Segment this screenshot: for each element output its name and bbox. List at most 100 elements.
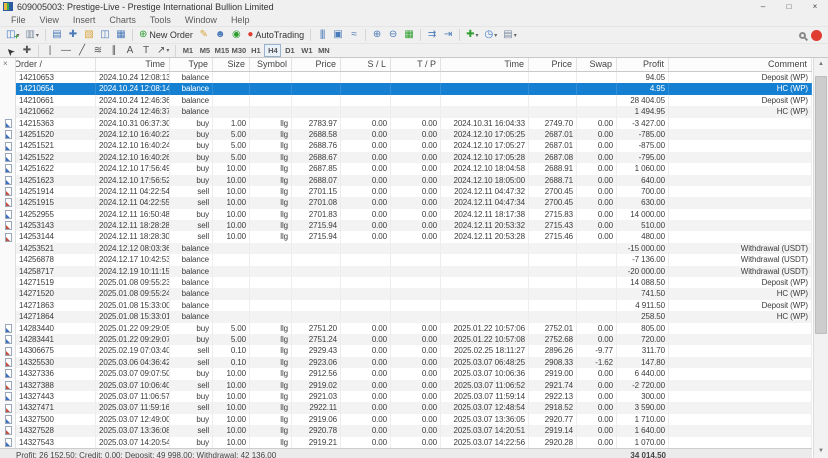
cursor-tool-button[interactable]: ➤: [3, 44, 19, 57]
maximize-button[interactable]: □: [776, 0, 802, 13]
scroll-down-arrow-icon[interactable]: ▼: [814, 445, 828, 458]
menu-file[interactable]: File: [4, 14, 33, 26]
history-row[interactable]: 142531432024.12.11 18:28:28sell10.00llg2…: [0, 220, 812, 231]
scrollbar-thumb[interactable]: [815, 76, 827, 334]
col-header-comment[interactable]: Comment: [669, 58, 812, 71]
strategy-tester-button[interactable]: ▦: [113, 28, 129, 43]
text-label-tool-button[interactable]: T: [138, 44, 154, 57]
data-window-button[interactable]: ✚: [65, 28, 81, 43]
history-row[interactable]: 142106532024.10.24 12:08:13balance94.05D…: [0, 72, 812, 83]
history-row[interactable]: 142587172024.12.19 10:11:15balance-20 00…: [0, 266, 812, 277]
arrows-tool-button[interactable]: ↗▾: [154, 44, 172, 57]
col-header-size[interactable]: Size: [213, 58, 250, 71]
vertical-line-tool-button[interactable]: |: [42, 44, 58, 57]
history-row[interactable]: 142106542024.10.24 12:08:14balance4.95HC…: [0, 83, 812, 94]
terminal-button[interactable]: ◫: [97, 28, 113, 43]
history-row[interactable]: 142529552024.12.11 16:50:48buy10.00llg27…: [0, 209, 812, 220]
zoom-out-button[interactable]: ⊖: [385, 28, 401, 43]
fibonacci-tool-button[interactable]: ≋: [90, 44, 106, 57]
history-row[interactable]: 142106622024.10.24 12:46:37balance1 494.…: [0, 106, 812, 117]
col-header-stop-loss[interactable]: S / L: [341, 58, 391, 71]
col-header-type[interactable]: Type: [170, 58, 213, 71]
templates-button[interactable]: ▤▾: [500, 28, 519, 43]
history-row[interactable]: 143275002025.03.07 12:49:00buy10.00llg29…: [0, 414, 812, 425]
chart-shift-button[interactable]: ⇥: [440, 28, 456, 43]
timeframe-h4-button[interactable]: H4: [264, 44, 281, 57]
history-row[interactable]: 142715192025.01.08 09:55:23balance14 088…: [0, 277, 812, 288]
timeframe-m5-button[interactable]: M5: [196, 44, 213, 57]
menu-help[interactable]: Help: [224, 14, 257, 26]
col-header-take-profit[interactable]: T / P: [391, 58, 441, 71]
col-header-open-price[interactable]: Price: [292, 58, 341, 71]
horizontal-line-tool-button[interactable]: —: [58, 44, 74, 57]
text-tool-button[interactable]: A: [122, 44, 138, 57]
history-row[interactable]: 142568782024.12.17 10:42:53balance-7 136…: [0, 254, 812, 265]
autotrading-button[interactable]: ●AutoTrading: [244, 28, 307, 43]
candlestick-chart-button[interactable]: ▣: [330, 28, 346, 43]
history-row[interactable]: 142715202025.01.08 09:55:24balance741.50…: [0, 288, 812, 299]
history-row[interactable]: 142153632024.10.31 06:37:30buy1.00llg278…: [0, 118, 812, 129]
timeframe-d1-button[interactable]: D1: [281, 44, 298, 57]
navigator-button[interactable]: ▧: [81, 28, 97, 43]
line-chart-button[interactable]: ≈: [346, 28, 362, 43]
search-icon[interactable]: [799, 32, 806, 39]
scroll-up-arrow-icon[interactable]: ▲: [814, 58, 828, 71]
history-row[interactable]: 142515202024.12.10 16:40:22buy5.00llg268…: [0, 129, 812, 140]
metaeditor-button[interactable]: ✎: [196, 28, 212, 43]
history-row[interactable]: 143273882025.03.07 10:06:40sell10.00llg2…: [0, 380, 812, 391]
history-row[interactable]: 142531442024.12.11 18:28:30sell10.00llg2…: [0, 231, 812, 242]
history-row[interactable]: 142515212024.12.10 16:40:24buy5.00llg268…: [0, 140, 812, 151]
periods-button[interactable]: ◷▾: [482, 28, 501, 43]
crosshair-tool-button[interactable]: ✚: [19, 44, 35, 57]
col-header-close-price[interactable]: Price: [529, 58, 577, 71]
timeframe-m1-button[interactable]: M1: [179, 44, 196, 57]
menu-insert[interactable]: Insert: [66, 14, 103, 26]
history-row[interactable]: 143255302025.03.06 04:36:42sell0.10llg29…: [0, 357, 812, 368]
history-row[interactable]: 143274712025.03.07 11:59:16sell10.00llg2…: [0, 402, 812, 413]
close-button[interactable]: ×: [802, 0, 828, 13]
history-row[interactable]: 143066752025.02.19 07:03:40sell0.10llg29…: [0, 345, 812, 356]
history-row[interactable]: 143274432025.03.07 11:06:57buy10.00llg29…: [0, 391, 812, 402]
market-button[interactable]: ☻: [212, 28, 229, 43]
equidistant-channel-tool-button[interactable]: ∥: [106, 44, 122, 57]
new-order-button[interactable]: ⊕New Order: [136, 28, 196, 43]
history-row[interactable]: 142834402025.01.22 09:29:05buy5.00llg275…: [0, 323, 812, 334]
timeframe-w1-button[interactable]: W1: [298, 44, 315, 57]
profiles-button[interactable]: ▥▾: [22, 28, 41, 43]
col-header-symbol[interactable]: Symbol: [250, 58, 292, 71]
new-chart-button[interactable]: ◫+▾: [3, 28, 22, 43]
col-header-close-time[interactable]: Time: [441, 58, 529, 71]
history-row[interactable]: 142535212024.12.12 08:03:36balance-15 00…: [0, 243, 812, 254]
col-header-open-time[interactable]: Time: [96, 58, 170, 71]
timeframe-m30-button[interactable]: M30: [230, 44, 247, 57]
history-row[interactable]: 142515222024.12.10 16:40:26buy5.00llg268…: [0, 152, 812, 163]
col-header-profit[interactable]: Profit: [617, 58, 669, 71]
auto-scroll-button[interactable]: ⇉: [424, 28, 440, 43]
history-row[interactable]: 143275282025.03.07 13:36:08sell10.00llg2…: [0, 425, 812, 436]
timeframe-h1-button[interactable]: H1: [247, 44, 264, 57]
bar-chart-button[interactable]: |||: [314, 28, 330, 43]
trendline-tool-button[interactable]: ╱: [74, 44, 90, 57]
menu-window[interactable]: Window: [178, 14, 224, 26]
menu-charts[interactable]: Charts: [102, 14, 143, 26]
tile-windows-button[interactable]: ▦: [401, 28, 417, 43]
history-row[interactable]: 142516232024.12.10 17:56:52buy10.00llg26…: [0, 175, 812, 186]
indicators-button[interactable]: ✚▾: [463, 28, 481, 43]
minimize-button[interactable]: –: [750, 0, 776, 13]
signals-button[interactable]: ◉: [228, 28, 244, 43]
panel-close-icon[interactable]: ×: [3, 59, 8, 68]
history-row[interactable]: 142106612024.10.24 12:46:36balance28 404…: [0, 95, 812, 106]
col-header-swap[interactable]: Swap: [577, 58, 617, 71]
history-row[interactable]: 143275432025.03.07 14:20:54buy10.00llg29…: [0, 437, 812, 448]
timeframe-mn-button[interactable]: MN: [315, 44, 332, 57]
history-row[interactable]: 142834412025.01.22 09:29:07buy5.00llg275…: [0, 334, 812, 345]
history-row[interactable]: 143273362025.03.07 09:07:50buy10.00llg29…: [0, 368, 812, 379]
menu-view[interactable]: View: [33, 14, 66, 26]
menu-tools[interactable]: Tools: [143, 14, 178, 26]
history-row[interactable]: 142718642025.01.08 15:33:01balance258.50…: [0, 311, 812, 322]
zoom-in-button[interactable]: ⊕: [369, 28, 385, 43]
market-watch-button[interactable]: ▤: [49, 28, 65, 43]
history-row[interactable]: 142516222024.12.10 17:56:49buy10.00llg26…: [0, 163, 812, 174]
history-row[interactable]: 142718632025.01.08 15:33:00balance4 911.…: [0, 300, 812, 311]
timeframe-m15-button[interactable]: M15: [213, 44, 230, 57]
